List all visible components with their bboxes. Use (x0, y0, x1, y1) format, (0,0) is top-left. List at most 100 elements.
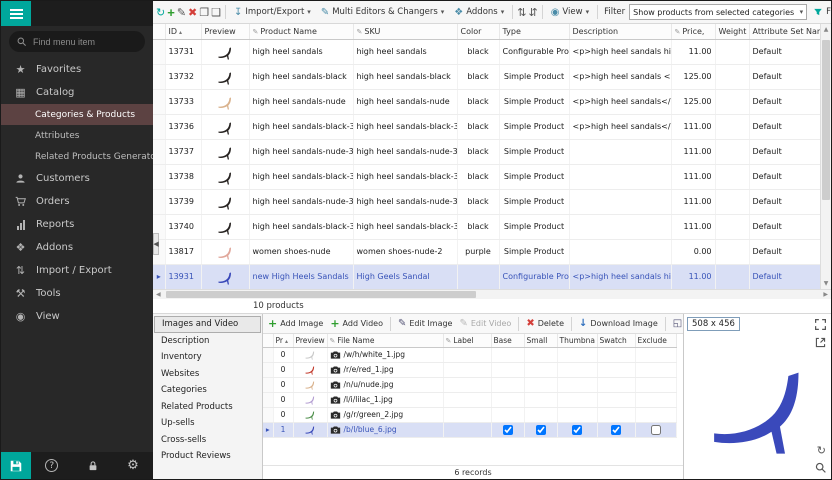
settings-gear-icon[interactable]: ⚙ (127, 458, 139, 473)
sidebar-item-attributes[interactable]: Attributes (1, 125, 153, 146)
horizontal-scroll-thumb[interactable] (166, 291, 476, 298)
sidebar-item-favorites[interactable]: ★ Favorites (1, 58, 153, 81)
header-preview[interactable]: Preview (293, 334, 327, 347)
sort-ascending-button[interactable]: ⇅ (517, 4, 526, 21)
scroll-up-arrow[interactable]: ▲ (824, 26, 829, 33)
refresh-preview-icon[interactable]: ↻ (817, 444, 826, 457)
edit-image-button[interactable]: ✎ Edit Image (396, 318, 454, 329)
filters-button[interactable]: Filters ▾ (809, 6, 831, 18)
tab-cross-sells[interactable]: Cross-sells (153, 432, 262, 449)
category-filter-select[interactable]: Show products from selected categories ▾ (629, 4, 807, 20)
thumbnail-checkbox[interactable] (572, 425, 582, 435)
header-label[interactable]: ✎Label (443, 334, 491, 347)
import-export-dropdown[interactable]: ↧ Import/Export ▾ (230, 6, 315, 19)
header-base[interactable]: Base (491, 334, 524, 347)
add-product-button[interactable]: + (167, 4, 175, 21)
open-external-icon[interactable] (814, 336, 827, 349)
image-row-selected[interactable]: ▸ 1 /b/l/blue_6.jpg (263, 422, 676, 437)
horizontal-scrollbar[interactable]: ◀ ▶ (153, 289, 831, 299)
product-row[interactable]: 13732 high heel sandals-black high heel … (153, 64, 822, 89)
tab-websites[interactable]: Websites (153, 366, 262, 383)
zoom-icon[interactable] (814, 461, 827, 474)
save-button[interactable] (1, 452, 31, 479)
scroll-right-arrow[interactable]: ▶ (823, 291, 828, 298)
edit-product-button[interactable]: ✎ (177, 4, 186, 21)
exclude-checkbox[interactable] (651, 425, 661, 435)
sidebar-item-categories-products[interactable]: Categories & Products (1, 104, 153, 125)
header-swatch[interactable]: Swatch (597, 334, 635, 347)
header-weight[interactable]: Weight (715, 24, 749, 39)
image-row[interactable]: 0 /n/u/nude.jpg (263, 377, 676, 392)
lock-icon[interactable] (87, 460, 99, 472)
header-file-name[interactable]: ✎File Name (327, 334, 443, 347)
product-row[interactable]: 13737 high heel sandals-nude-36 high hee… (153, 139, 822, 164)
refresh-button[interactable]: ↻ (156, 4, 165, 21)
image-row[interactable]: 0 /l/i/lilac_1.jpg (263, 392, 676, 407)
edit-video-button[interactable]: ✎ Edit Video (457, 318, 513, 329)
menu-toggle-button[interactable] (1, 1, 31, 26)
image-row[interactable]: 0 /g/r/green_2.jpg (263, 407, 676, 422)
set-resize-rule-dropdown[interactable]: ◱ Set Resize Rule ▾ (671, 318, 683, 329)
scroll-left-arrow[interactable]: ◀ (156, 291, 161, 298)
product-row[interactable]: 13739 high heel sandals-nude-37 high hee… (153, 189, 822, 214)
tab-product-reviews[interactable]: Product Reviews (153, 448, 262, 465)
tab-inventory[interactable]: Inventory (153, 349, 262, 366)
sort-descending-button[interactable]: ⇵ (528, 4, 537, 21)
multi-editors-dropdown[interactable]: ✎ Multi Editors & Changers ▾ (317, 6, 448, 19)
image-row[interactable]: 0 /w/h/white_1.jpg (263, 347, 676, 362)
header-priority[interactable]: Pr▴ (273, 334, 293, 347)
base-checkbox[interactable] (503, 425, 513, 435)
image-row[interactable]: 0 /r/e/red_1.jpg (263, 362, 676, 377)
tab-up-sells[interactable]: Up-sells (153, 415, 262, 432)
panel-collapse-handle[interactable]: ◀ (153, 233, 159, 255)
header-sku[interactable]: ✎SKU (353, 24, 457, 39)
delete-product-button[interactable]: ✖ (188, 4, 197, 21)
add-video-button[interactable]: + Add Video (328, 317, 385, 330)
tab-categories[interactable]: Categories (153, 382, 262, 399)
sidebar-item-customers[interactable]: Customers (1, 167, 153, 190)
download-image-button[interactable]: ↓ Download Image (577, 318, 660, 329)
sidebar-item-tools[interactable]: ⚒ Tools (1, 282, 153, 305)
tab-related-products[interactable]: Related Products (153, 399, 262, 416)
sidebar-item-reports[interactable]: Reports (1, 213, 153, 236)
header-small[interactable]: Small (524, 334, 557, 347)
product-row[interactable]: 13740 high heel sandals-black-38 high he… (153, 214, 822, 239)
sidebar-item-view[interactable]: ◉ View (1, 305, 153, 328)
vertical-scroll-thumb[interactable] (822, 40, 830, 200)
sidebar-item-related-products-generator[interactable]: Related Products Generator (1, 146, 153, 167)
sidebar-item-catalog[interactable]: ▦ Catalog (1, 81, 153, 104)
header-preview[interactable]: Preview (201, 24, 249, 39)
help-icon[interactable]: ? (45, 459, 58, 472)
menu-search-input[interactable] (33, 37, 138, 47)
header-exclude[interactable]: Exclude (635, 334, 676, 347)
sidebar-item-addons[interactable]: ❖ Addons (1, 236, 153, 259)
delete-image-button[interactable]: ✖ Delete (524, 318, 566, 329)
expand-icon[interactable] (814, 318, 827, 331)
header-type[interactable]: Type (499, 24, 569, 39)
product-row[interactable]: 13736 high heel sandals-black-36 high he… (153, 114, 822, 139)
copy-button[interactable]: ❐ (199, 4, 209, 21)
product-row[interactable]: 13733 high heel sandals-nude high heel s… (153, 89, 822, 114)
product-row[interactable]: 13738 high heel sandals-black-37 high he… (153, 164, 822, 189)
tab-description[interactable]: Description (153, 333, 262, 350)
sidebar-item-orders[interactable]: Orders (1, 190, 153, 213)
header-id[interactable]: ID▴ (165, 24, 201, 39)
add-image-button[interactable]: + Add Image (266, 317, 325, 330)
product-row[interactable]: 13731 high heel sandals high heel sandal… (153, 39, 822, 64)
header-product-name[interactable]: ✎Product Name (249, 24, 353, 39)
scroll-down-arrow[interactable]: ▼ (824, 280, 829, 287)
tab-images-and-video[interactable]: Images and Video (154, 316, 261, 333)
product-row[interactable]: 13817 women shoes-nude women shoes-nude-… (153, 239, 822, 264)
swatch-checkbox[interactable] (611, 425, 621, 435)
header-thumbnail[interactable]: Thumbna (557, 334, 597, 347)
header-price[interactable]: ✎Price, (671, 24, 715, 39)
product-row-selected[interactable]: ▸ 13931 new High Heels Sandals High Geel… (153, 264, 822, 289)
addons-dropdown[interactable]: ❖ Addons ▾ (450, 6, 508, 19)
header-color[interactable]: Color (457, 24, 499, 39)
small-checkbox[interactable] (536, 425, 546, 435)
sidebar-item-import-export[interactable]: ⇅ Import / Export (1, 259, 153, 282)
header-description[interactable]: Description (569, 24, 671, 39)
view-dropdown[interactable]: ◉ View ▾ (547, 6, 593, 19)
header-attribute-set[interactable]: Attribute Set Name (749, 24, 822, 39)
paste-button[interactable]: ❑ (211, 4, 221, 21)
